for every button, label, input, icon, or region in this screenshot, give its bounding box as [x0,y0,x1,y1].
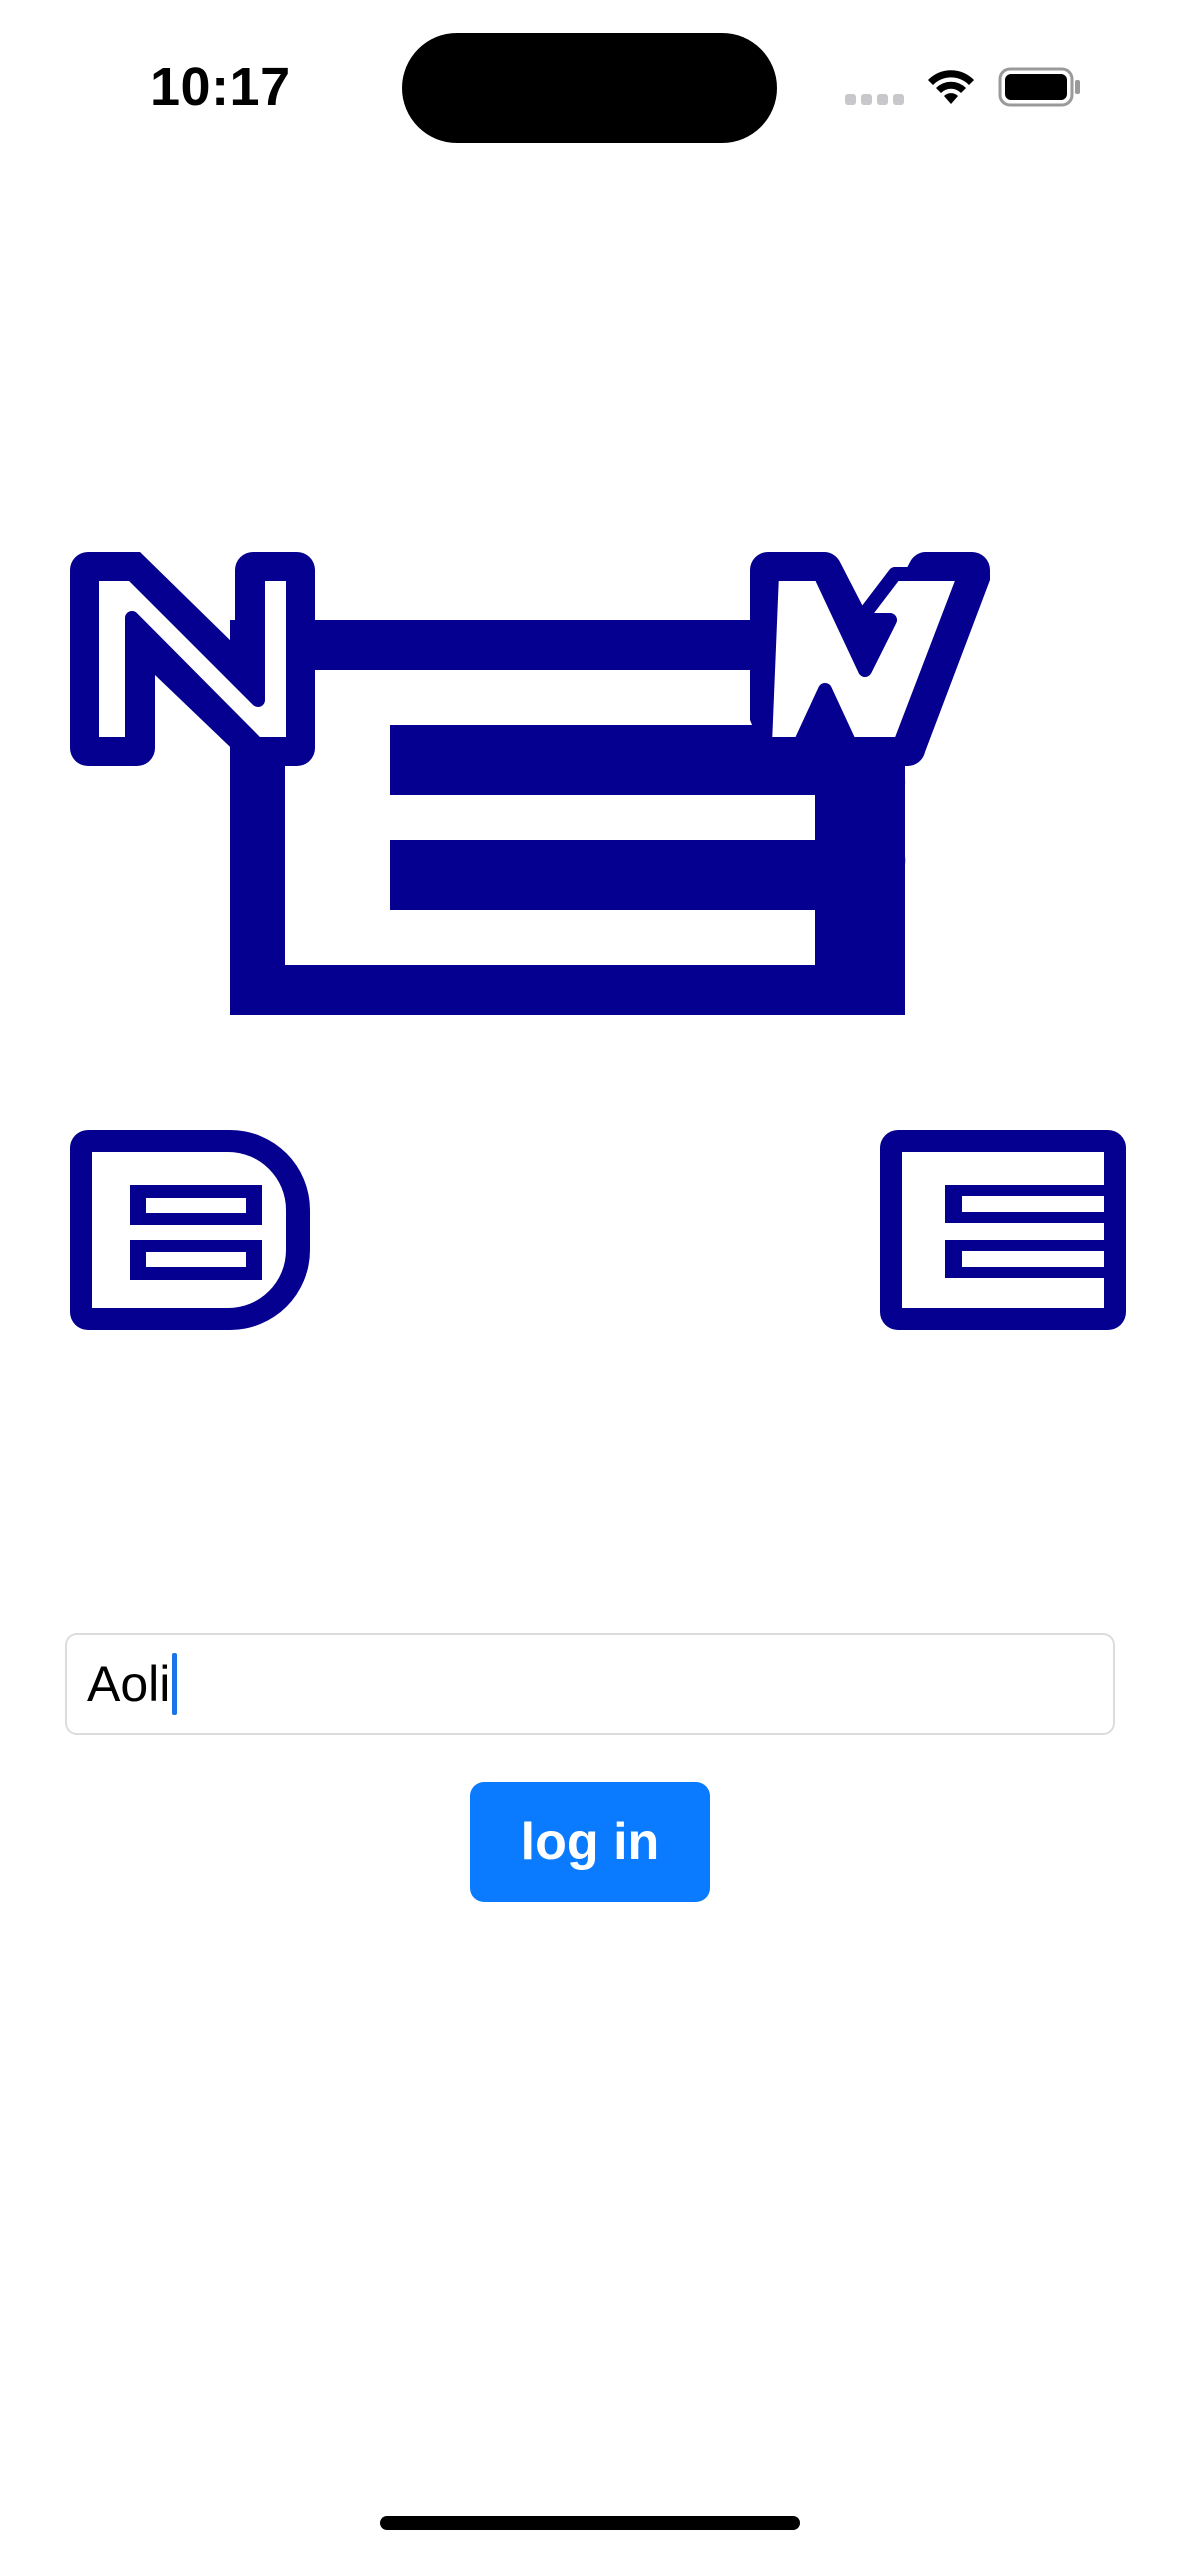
name-input[interactable]: Aoli [65,1633,1115,1735]
newbe-logo [70,552,1126,1330]
wifi-icon [928,70,974,104]
logo-letter-e [880,1130,1126,1330]
cellular-signal-icon [845,94,905,108]
logo-letter-b [70,1130,310,1330]
text-cursor [172,1653,178,1715]
login-button[interactable]: log in [470,1782,710,1902]
status-time: 10:17 [150,57,291,117]
battery-icon [998,67,1080,107]
name-input-value: Aoli [87,1656,171,1712]
logo-letter-w [750,552,990,766]
dynamic-island [402,33,777,143]
logo-letter-n [70,552,315,766]
home-indicator[interactable] [380,2516,800,2530]
login-screen: 10:17 Aoli log in [0,0,1179,2556]
